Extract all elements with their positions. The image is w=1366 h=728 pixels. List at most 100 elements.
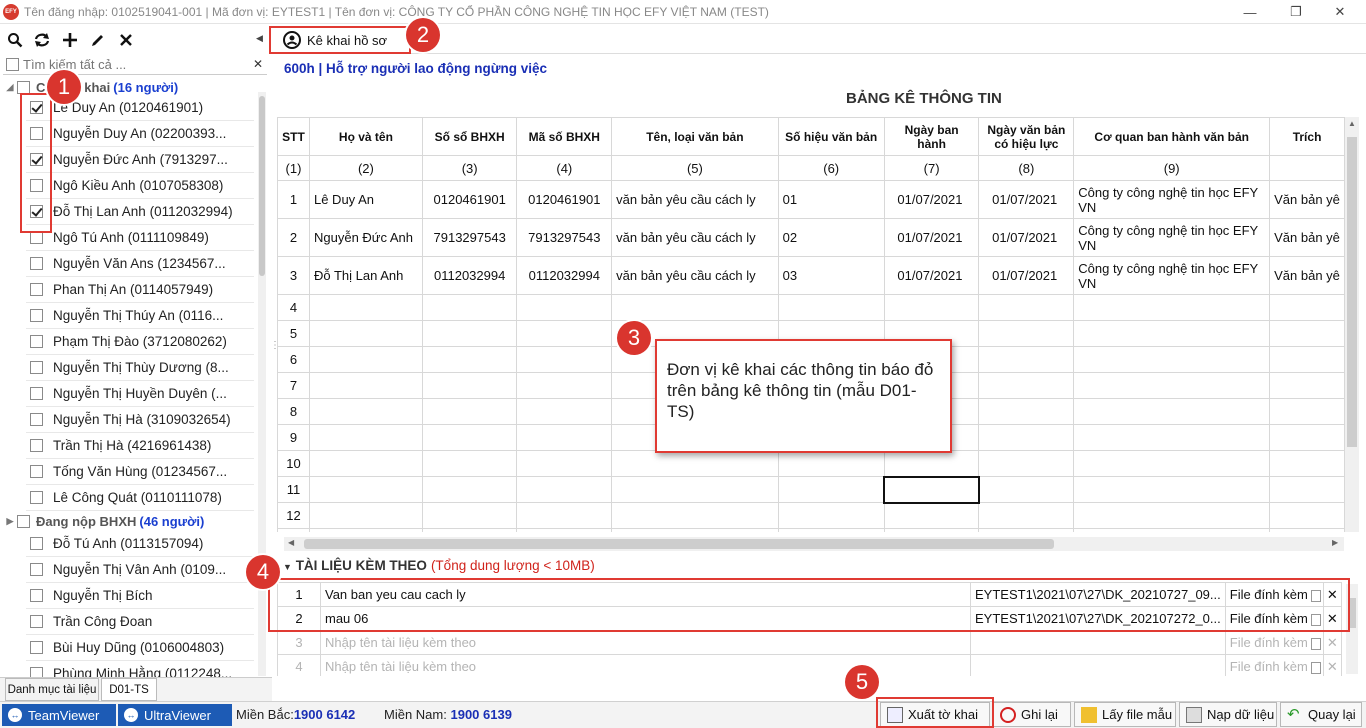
table-cell[interactable] (516, 502, 613, 529)
get-template-button[interactable]: Lấy file mẫu (1074, 702, 1176, 727)
employee-row[interactable]: Phạm Thị Đào (3712080262) (26, 329, 254, 355)
table-cell[interactable]: 5 (277, 320, 310, 347)
employee-row[interactable]: Nguyễn Thị Hà (3109032654) (26, 407, 254, 433)
selected-cell[interactable] (883, 475, 980, 504)
table-cell[interactable] (1269, 450, 1345, 477)
table-cell[interactable] (516, 528, 613, 532)
table-cell[interactable]: 11 (277, 476, 310, 503)
employee-checkbox[interactable] (30, 589, 43, 602)
table-cell[interactable]: 10 (277, 450, 310, 477)
add-icon[interactable] (60, 30, 80, 50)
employee-checkbox[interactable] (30, 309, 43, 322)
employee-checkbox[interactable] (30, 257, 43, 270)
employee-row[interactable]: Lê Công Quát (0110111078) (26, 485, 254, 511)
table-cell[interactable]: 6 (277, 346, 310, 373)
table-cell[interactable]: Đỗ Thị Lan Anh (308, 256, 423, 295)
table-cell[interactable] (516, 294, 613, 321)
table-cell[interactable] (883, 294, 980, 321)
employee-row[interactable]: Nguyễn Thị Thúy An (0116... (26, 303, 254, 329)
employee-checkbox[interactable] (30, 439, 43, 452)
table-cell[interactable]: văn bản yêu cầu cách ly (611, 180, 779, 219)
table-cell[interactable]: 03 (777, 256, 885, 295)
table-cell[interactable]: 01/07/2021 (883, 180, 980, 219)
table-cell[interactable] (421, 424, 518, 451)
collapse-arrow-icon[interactable]: ◢ (3, 82, 17, 93)
table-cell[interactable] (1073, 346, 1271, 373)
table-cell[interactable] (978, 372, 1075, 399)
table-cell[interactable] (421, 450, 518, 477)
collapse-arrow-icon[interactable]: ▼ (283, 562, 292, 572)
table-row[interactable]: 10 (277, 450, 1345, 477)
table-cell[interactable] (421, 528, 518, 532)
table-cell[interactable] (1073, 450, 1271, 477)
table-cell[interactable] (1073, 424, 1271, 451)
collapse-left-icon[interactable]: ◀ (256, 33, 263, 44)
employee-checkbox[interactable] (30, 335, 43, 348)
employee-row[interactable]: Trần Công Đoan (26, 609, 254, 635)
employee-row[interactable]: Ngô Kiều Anh (0107058308) (26, 173, 254, 199)
column-header[interactable]: Ngày ban hành (883, 117, 980, 156)
table-cell[interactable] (1073, 502, 1271, 529)
employee-checkbox[interactable] (30, 413, 43, 426)
table-row[interactable]: 2 Nguyễn Đức Anh 7913297543 7913297543 văn b… (277, 218, 1345, 257)
table-cell[interactable] (1269, 502, 1345, 529)
table-cell[interactable] (1269, 372, 1345, 399)
table-cell[interactable]: văn bản yêu cầu cách ly (611, 218, 779, 257)
table-cell[interactable] (308, 398, 423, 425)
table-cell[interactable] (777, 294, 885, 321)
table-cell[interactable] (978, 424, 1075, 451)
table-row[interactable]: 1 Lê Duy An 0120461901 0120461901 văn bản yê… (277, 180, 1345, 219)
attachment-row[interactable]: 3 Nhập tên tài liệu kèm theo File đính kèm… (277, 630, 1342, 655)
column-header[interactable]: Họ và tên (308, 117, 423, 156)
remove-attachment-icon[interactable]: ✕ (1322, 630, 1342, 655)
table-cell[interactable] (1073, 294, 1271, 321)
table-cell[interactable]: 8 (277, 398, 310, 425)
table-cell[interactable] (978, 528, 1075, 532)
table-cell[interactable] (308, 346, 423, 373)
group-checkbox[interactable] (17, 514, 30, 528)
table-cell[interactable] (516, 424, 613, 451)
table-cell[interactable] (308, 502, 423, 529)
table-cell[interactable] (516, 320, 613, 347)
employee-row[interactable]: Nguyễn Văn Ans (1234567... (26, 251, 254, 277)
table-cell[interactable] (978, 502, 1075, 529)
table-cell[interactable]: 0120461901 (516, 180, 613, 219)
table-cell[interactable]: Nguyễn Đức Anh (308, 218, 423, 257)
table-cell[interactable] (516, 372, 613, 399)
table-cell[interactable] (516, 346, 613, 373)
table-cell[interactable] (777, 476, 885, 503)
table-cell[interactable] (978, 450, 1075, 477)
delete-icon[interactable] (116, 30, 136, 50)
close-icon[interactable]: ✕ (1318, 0, 1362, 24)
table-cell[interactable] (308, 476, 423, 503)
table-cell[interactable] (777, 528, 885, 532)
table-cell[interactable] (611, 294, 779, 321)
table-cell[interactable] (421, 294, 518, 321)
table-cell[interactable] (1269, 424, 1345, 451)
table-cell[interactable]: 01/07/2021 (978, 180, 1075, 219)
table-cell[interactable]: 1 (277, 180, 310, 219)
table-cell[interactable] (308, 320, 423, 347)
table-cell[interactable] (516, 476, 613, 503)
employee-checkbox[interactable] (30, 491, 43, 504)
column-header[interactable]: Tên, loại văn bản (611, 117, 779, 156)
column-header[interactable]: Số sổ BHXH (421, 117, 518, 156)
table-row[interactable]: 12 (277, 502, 1345, 529)
table-cell[interactable]: 13 (277, 528, 310, 532)
table-cell[interactable] (1269, 528, 1345, 532)
table-cell[interactable] (421, 346, 518, 373)
table-cell[interactable] (1073, 398, 1271, 425)
table-cell[interactable]: 3 (277, 256, 310, 295)
employee-checkbox[interactable] (30, 387, 43, 400)
table-cell[interactable]: Công ty công nghệ tin học EFY VN (1073, 256, 1271, 295)
save-button[interactable]: Ghi lại (993, 702, 1071, 727)
table-cell[interactable]: 7913297543 (421, 218, 518, 257)
employee-checkbox[interactable] (30, 465, 43, 478)
table-cell[interactable] (1269, 476, 1345, 503)
table-cell[interactable] (308, 450, 423, 477)
table-cell[interactable]: Văn bản yê (1269, 180, 1345, 219)
column-header[interactable]: STT (277, 117, 310, 156)
table-cell[interactable]: 0112032994 (516, 256, 613, 295)
table-cell[interactable]: Công ty công nghệ tin học EFY VN (1073, 218, 1271, 257)
table-cell[interactable] (1269, 346, 1345, 373)
